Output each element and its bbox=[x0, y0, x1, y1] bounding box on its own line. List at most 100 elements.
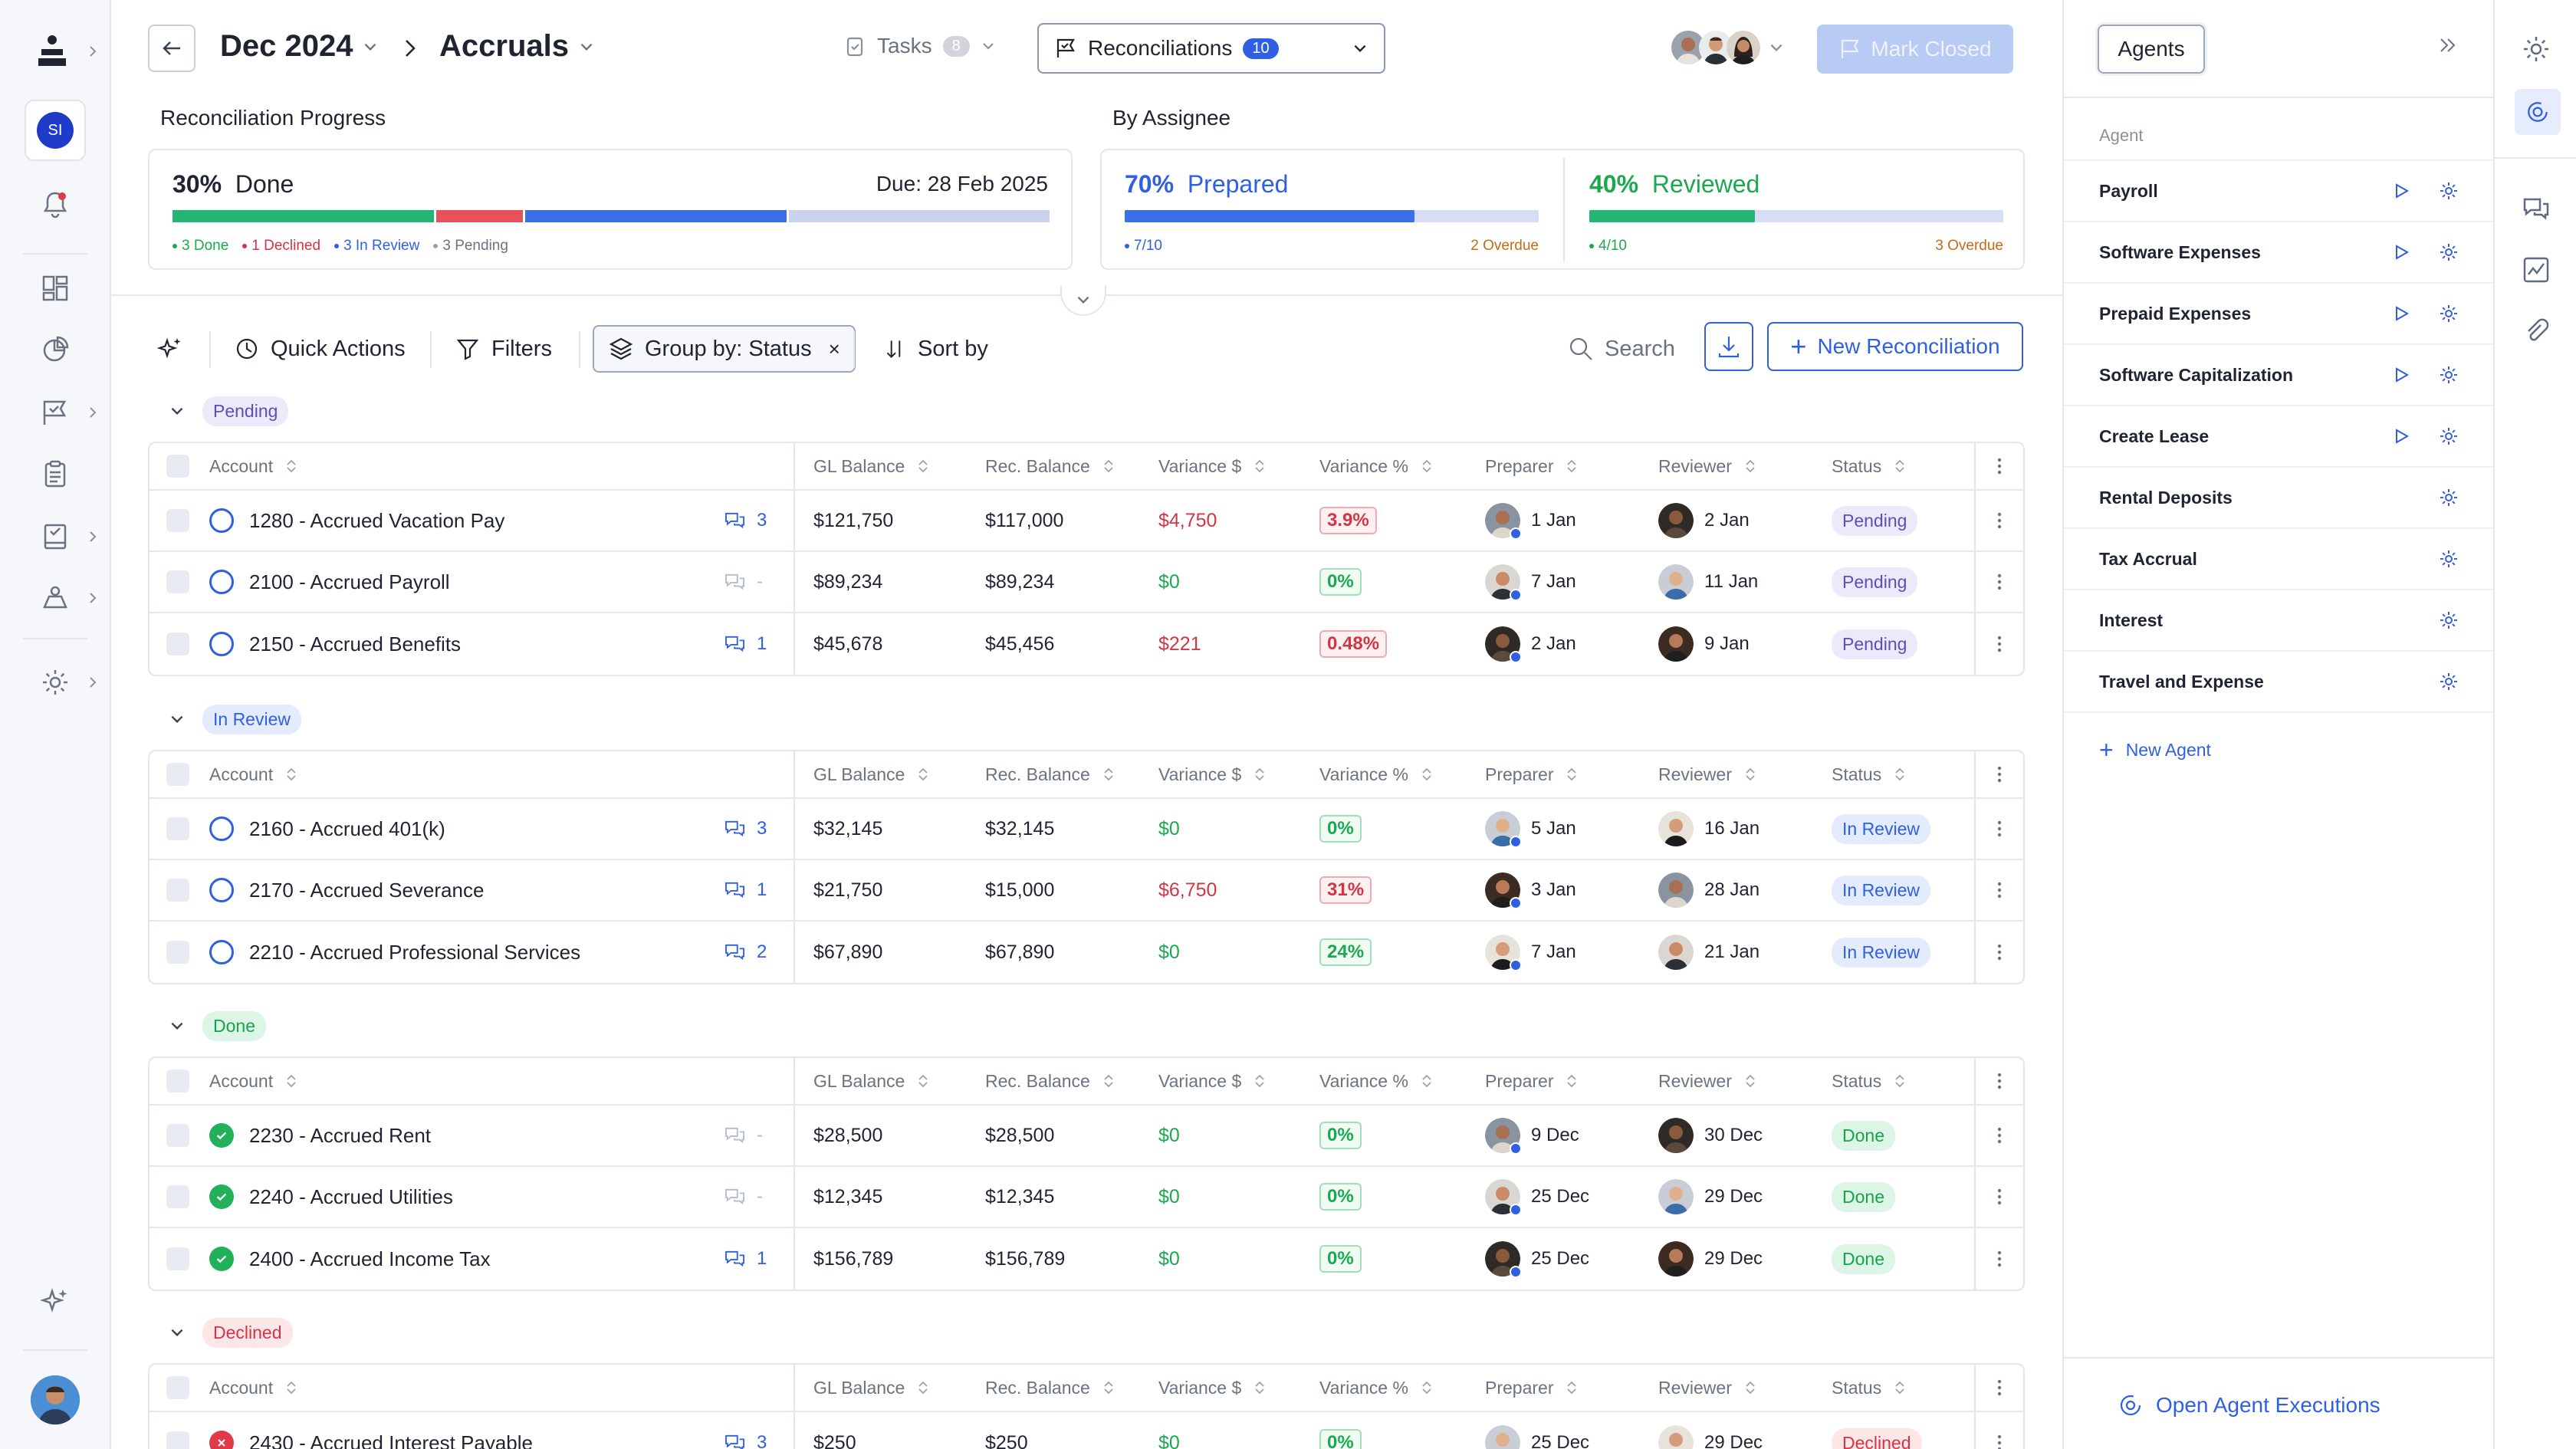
chevron-down-icon[interactable] bbox=[169, 1017, 186, 1034]
dashboard-icon[interactable] bbox=[40, 273, 71, 304]
sort-arrows-icon[interactable] bbox=[1744, 767, 1756, 782]
mark-closed-button[interactable]: Mark Closed bbox=[1817, 25, 2013, 74]
table-row[interactable]: 2100 - Accrued Payroll - $89,234 $89,234 $0 0… bbox=[150, 552, 2023, 613]
row-checkbox[interactable] bbox=[166, 1247, 189, 1270]
column-account[interactable]: Account bbox=[209, 751, 297, 797]
row-checkbox[interactable] bbox=[166, 817, 189, 840]
group-header-pending[interactable]: Pending bbox=[169, 394, 289, 428]
group-by-chip[interactable]: Group by: Status × bbox=[593, 325, 856, 373]
sort-arrows-icon[interactable] bbox=[285, 1380, 297, 1395]
select-all-checkbox[interactable] bbox=[166, 1376, 189, 1399]
declined-x-icon[interactable] bbox=[209, 1431, 234, 1449]
agent-row[interactable]: Travel and Expense bbox=[2064, 652, 2493, 713]
row-checkbox[interactable] bbox=[166, 1185, 189, 1208]
row-checkbox[interactable] bbox=[166, 879, 189, 902]
comments-button[interactable]: 1 bbox=[724, 860, 767, 920]
clear-group-icon[interactable]: × bbox=[829, 337, 840, 361]
select-all-checkbox[interactable] bbox=[166, 455, 189, 478]
account-name[interactable]: 2160 - Accrued 401(k) bbox=[249, 817, 445, 841]
chevron-right-icon[interactable] bbox=[86, 591, 100, 605]
sort-arrows-icon[interactable] bbox=[917, 1073, 929, 1089]
sort-arrows-icon[interactable] bbox=[1102, 1073, 1115, 1089]
select-all-checkbox[interactable] bbox=[166, 1070, 189, 1092]
gear-icon[interactable] bbox=[2438, 180, 2459, 202]
reviewer[interactable]: 2 Jan bbox=[1658, 491, 1750, 550]
status-badge[interactable]: In Review bbox=[1832, 813, 1930, 844]
agent-row[interactable]: Rental Deposits bbox=[2064, 468, 2493, 529]
column-status[interactable]: Status bbox=[1832, 443, 1906, 489]
account-name[interactable]: 2400 - Accrued Income Tax bbox=[249, 1247, 491, 1271]
preparer[interactable]: 25 Dec bbox=[1485, 1412, 1589, 1449]
status-badge[interactable]: Done bbox=[1832, 1181, 1895, 1212]
reconciliations-dropdown[interactable]: Reconciliations 10 bbox=[1037, 23, 1385, 74]
column-variance-percent[interactable]: Variance % bbox=[1319, 751, 1433, 797]
play-icon[interactable] bbox=[2392, 304, 2410, 323]
table-row[interactable]: 2150 - Accrued Benefits 1 $45,678 $45,456 $2… bbox=[150, 613, 2023, 675]
status-circle-icon[interactable] bbox=[209, 816, 234, 841]
agent-row[interactable]: Tax Accrual bbox=[2064, 529, 2493, 590]
comments-button[interactable]: - bbox=[724, 1106, 763, 1165]
status-badge[interactable]: In Review bbox=[1832, 875, 1930, 905]
column-gl-balance[interactable]: GL Balance bbox=[813, 1058, 929, 1104]
table-row[interactable]: 2160 - Accrued 401(k) 3 $32,145 $32,145 $0 0%… bbox=[150, 799, 2023, 860]
column-reviewer[interactable]: Reviewer bbox=[1658, 1365, 1756, 1411]
sort-arrows-icon[interactable] bbox=[1254, 767, 1266, 782]
reviewer[interactable]: 28 Jan bbox=[1658, 860, 1760, 920]
column-reviewer[interactable]: Reviewer bbox=[1658, 1058, 1756, 1104]
more-options-icon[interactable] bbox=[1997, 1250, 2002, 1268]
play-icon[interactable] bbox=[2392, 366, 2410, 384]
sort-arrows-icon[interactable] bbox=[1744, 458, 1756, 474]
table-row[interactable]: 2170 - Accrued Severance 1 $21,750 $15,000 $… bbox=[150, 860, 2023, 922]
quick-actions-button[interactable]: Quick Actions bbox=[234, 325, 406, 373]
more-options-icon[interactable] bbox=[1997, 765, 2002, 784]
column-gl-balance[interactable]: GL Balance bbox=[813, 751, 929, 797]
sort-arrows-icon[interactable] bbox=[1102, 458, 1115, 474]
account-name[interactable]: 2210 - Accrued Professional Services bbox=[249, 941, 580, 964]
pie-chart-icon[interactable] bbox=[40, 334, 71, 365]
sort-arrows-icon[interactable] bbox=[1102, 1380, 1115, 1395]
gear-icon[interactable] bbox=[2438, 610, 2459, 631]
status-circle-icon[interactable] bbox=[209, 570, 234, 594]
assignee-avatar-stack[interactable] bbox=[1671, 31, 1785, 64]
more-options-icon[interactable] bbox=[1997, 943, 2002, 961]
reviewer[interactable]: 16 Jan bbox=[1658, 799, 1760, 859]
workspace-switcher[interactable]: SI bbox=[25, 100, 86, 161]
sort-arrows-icon[interactable] bbox=[1421, 767, 1433, 782]
comments-button[interactable]: 1 bbox=[724, 613, 767, 675]
settings-gear-icon[interactable] bbox=[2521, 34, 2551, 64]
column-rec-balance[interactable]: Rec. Balance bbox=[985, 751, 1115, 797]
status-badge[interactable]: Done bbox=[1832, 1244, 1895, 1274]
sort-arrows-icon[interactable] bbox=[1254, 458, 1266, 474]
back-button[interactable] bbox=[148, 25, 196, 72]
chevron-right-icon[interactable] bbox=[86, 44, 100, 58]
chevron-right-icon[interactable] bbox=[86, 530, 100, 544]
status-badge[interactable]: Pending bbox=[1832, 567, 1918, 597]
app-logo-icon[interactable] bbox=[37, 34, 67, 67]
preparer[interactable]: 7 Jan bbox=[1485, 922, 1576, 983]
account-name[interactable]: 1280 - Accrued Vacation Pay bbox=[249, 509, 504, 533]
status-badge[interactable]: Pending bbox=[1832, 505, 1918, 536]
table-row[interactable]: 2240 - Accrued Utilities - $12,345 $12,345 $… bbox=[150, 1167, 2023, 1228]
more-options-icon[interactable] bbox=[1997, 820, 2002, 838]
sort-arrows-icon[interactable] bbox=[285, 1073, 297, 1089]
column-reviewer[interactable]: Reviewer bbox=[1658, 443, 1756, 489]
status-badge[interactable]: Pending bbox=[1832, 629, 1918, 659]
sort-arrows-icon[interactable] bbox=[1421, 458, 1433, 474]
agent-row[interactable]: Create Lease bbox=[2064, 406, 2493, 468]
more-options-icon[interactable] bbox=[1997, 457, 2002, 475]
column-account[interactable]: Account bbox=[209, 1365, 297, 1411]
account-name[interactable]: 2430 - Accrued Interest Payable bbox=[249, 1431, 533, 1449]
done-check-icon[interactable] bbox=[209, 1123, 234, 1148]
status-circle-icon[interactable] bbox=[209, 878, 234, 902]
reviewer[interactable]: 30 Dec bbox=[1658, 1106, 1763, 1165]
sort-arrows-icon[interactable] bbox=[1421, 1073, 1433, 1089]
column-variance-percent[interactable]: Variance % bbox=[1319, 1058, 1433, 1104]
preparer[interactable]: 25 Dec bbox=[1485, 1228, 1589, 1290]
reviewer[interactable]: 29 Dec bbox=[1658, 1167, 1763, 1227]
status-badge[interactable]: Done bbox=[1832, 1120, 1895, 1151]
tasks-button[interactable]: Tasks 8 bbox=[843, 34, 996, 58]
bell-icon[interactable] bbox=[40, 189, 71, 219]
sort-arrows-icon[interactable] bbox=[1566, 1380, 1578, 1395]
period-selector[interactable]: Dec 2024 bbox=[220, 29, 379, 64]
preparer[interactable]: 2 Jan bbox=[1485, 613, 1576, 675]
